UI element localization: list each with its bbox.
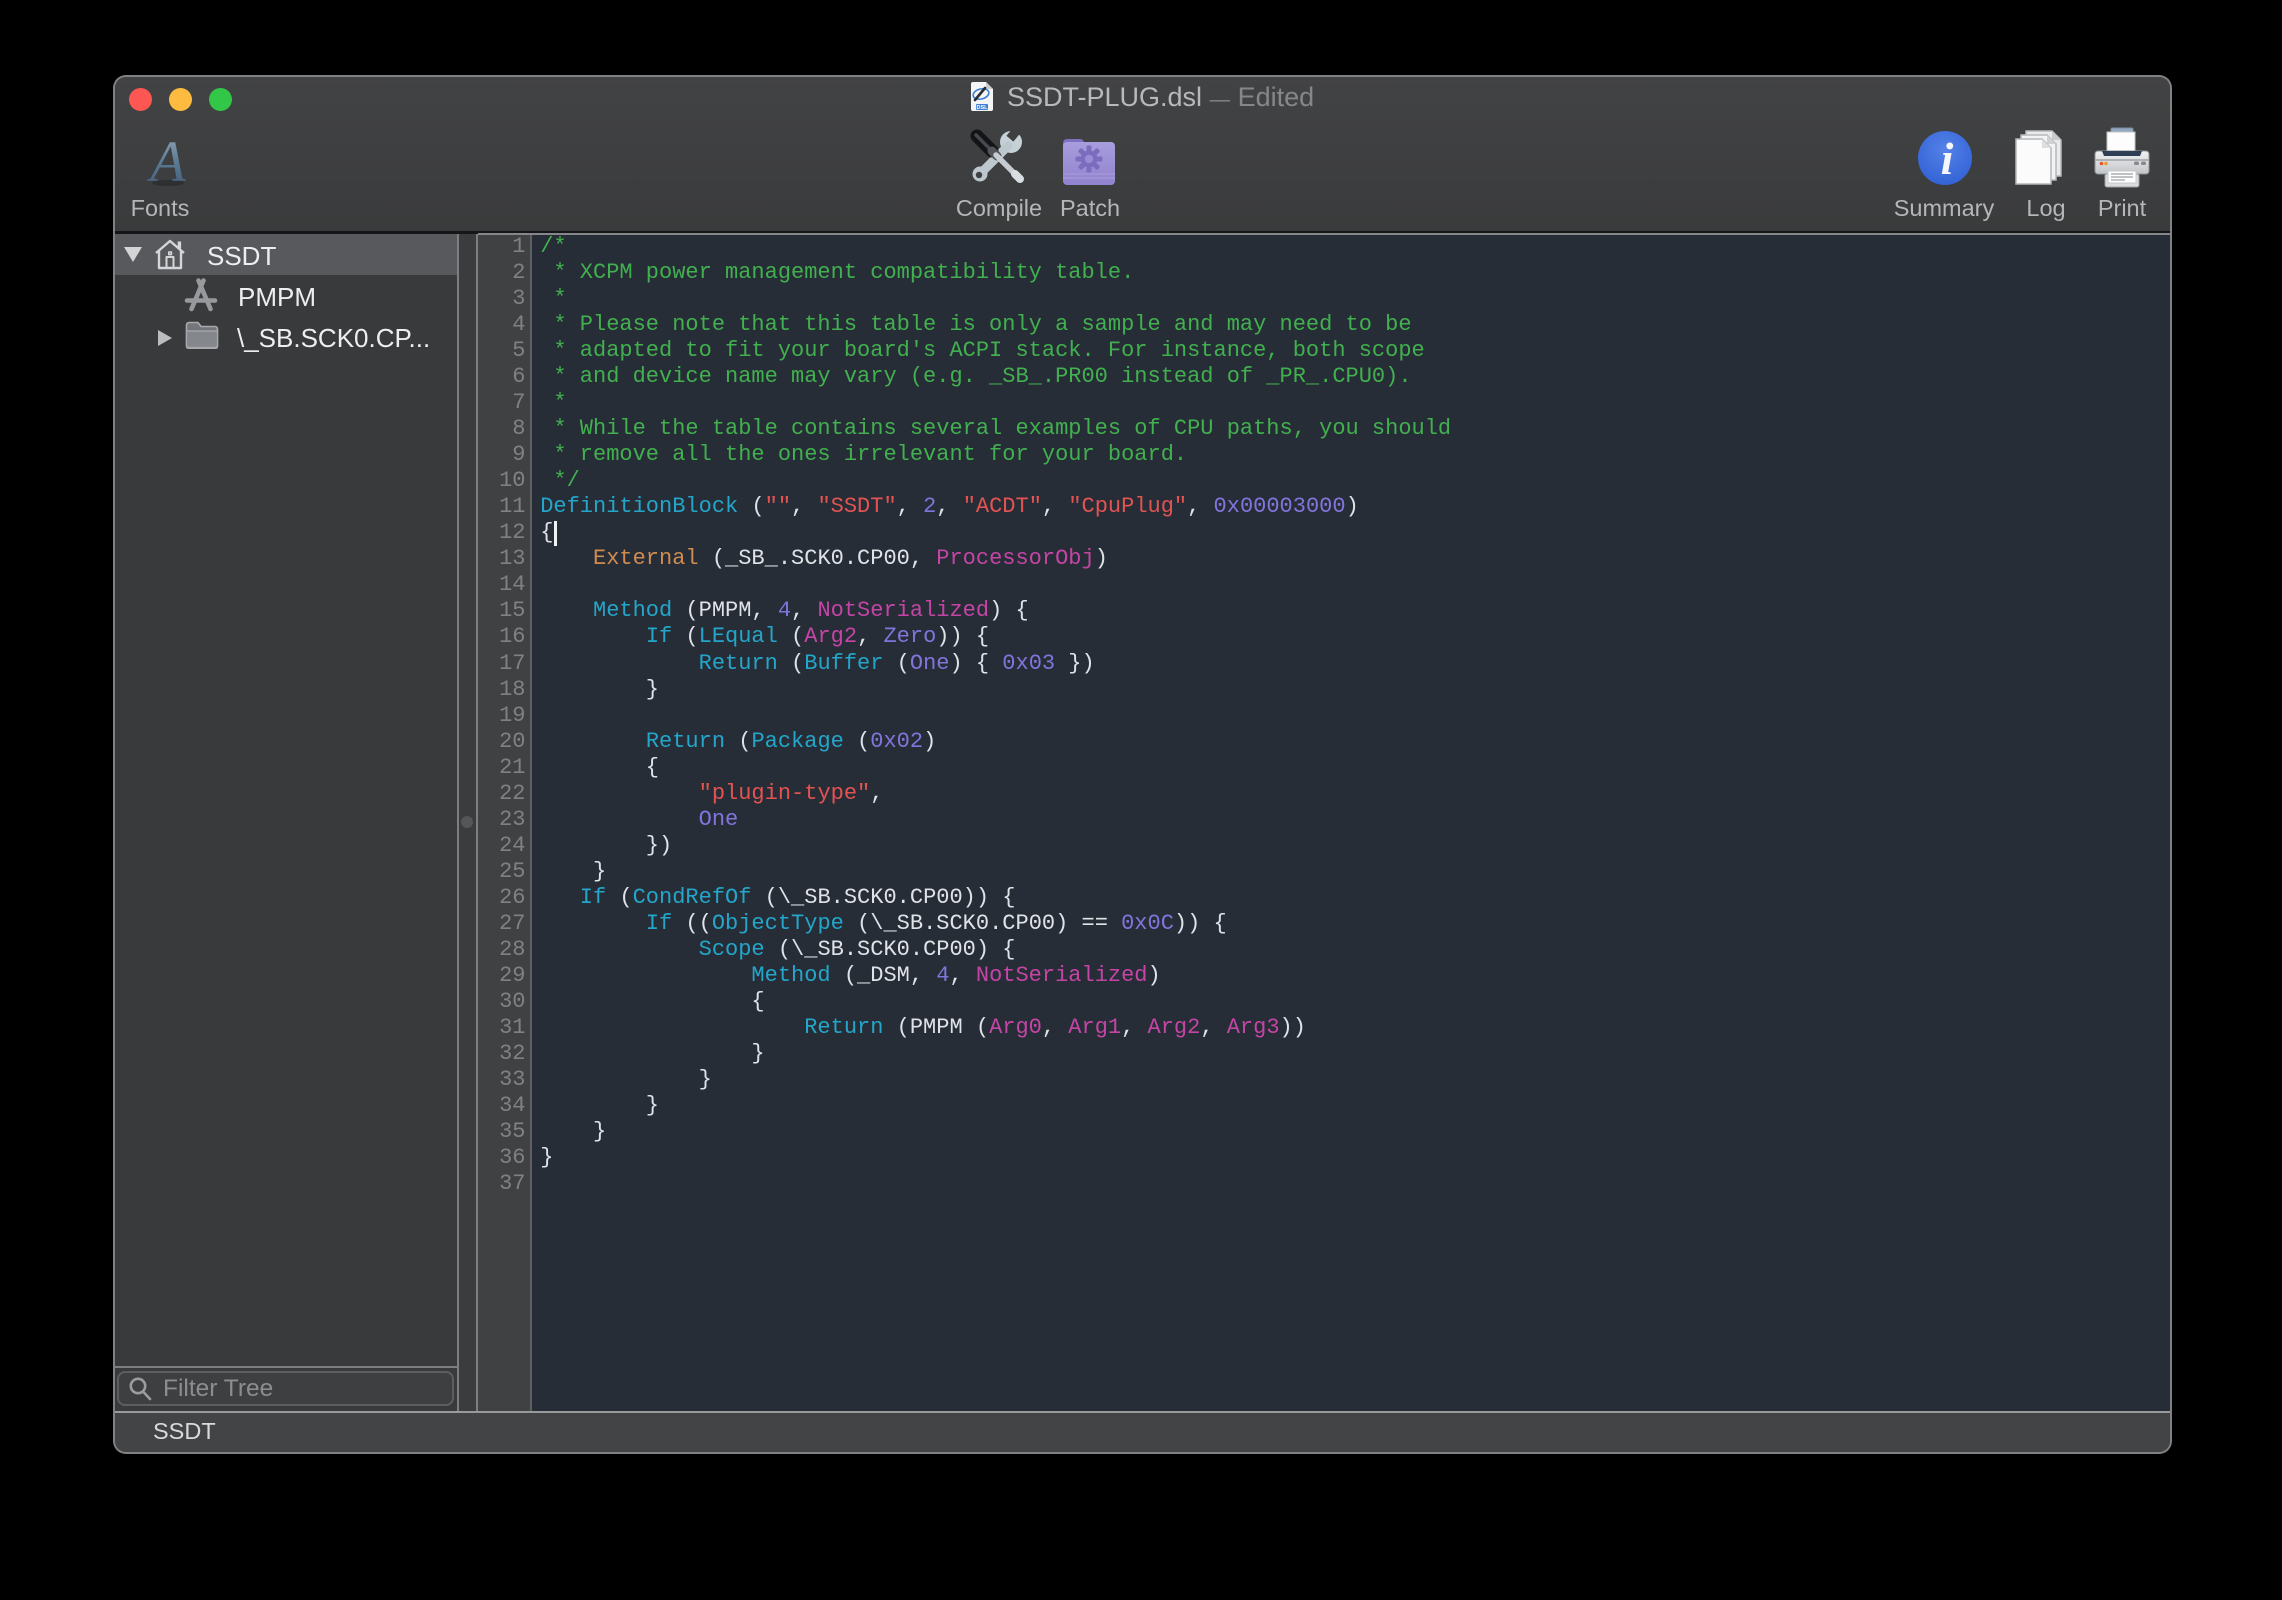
svg-text:DSL: DSL [977, 105, 989, 111]
svg-text:i: i [1941, 133, 1954, 184]
svg-text:A: A [146, 129, 186, 191]
